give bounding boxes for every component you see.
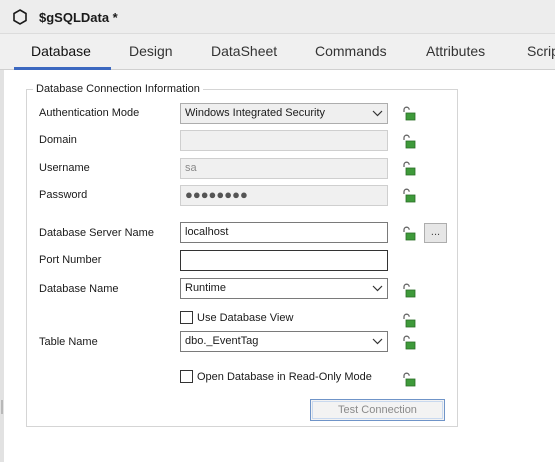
lock-open-icon[interactable] — [401, 372, 416, 387]
username-input[interactable]: sa — [180, 158, 388, 179]
read-only-mode-label: Open Database in Read-Only Mode — [197, 370, 372, 383]
test-connection-button[interactable]: Test Connection — [310, 399, 445, 421]
domain-input[interactable] — [180, 130, 388, 151]
chevron-down-icon — [372, 338, 383, 345]
password-label: Password — [39, 189, 88, 201]
password-mask: ●●●●●●●● — [185, 187, 248, 202]
table-name-select[interactable]: dbo._EventTag — [180, 331, 388, 352]
title-bar: $gSQLData * — [0, 0, 555, 34]
hexagon-icon — [13, 9, 27, 25]
username-label: Username — [39, 162, 90, 174]
tab-design[interactable]: Design — [129, 43, 173, 59]
tab-datasheet[interactable]: DataSheet — [211, 43, 277, 59]
server-name-label: Database Server Name — [39, 227, 154, 239]
use-database-view-label: Use Database View — [197, 311, 294, 324]
auth-mode-select[interactable]: Windows Integrated Security — [180, 103, 388, 124]
database-name-value: Runtime — [185, 282, 226, 294]
checkbox-box[interactable] — [180, 311, 193, 324]
checkbox-box[interactable] — [180, 370, 193, 383]
lock-open-icon[interactable] — [401, 161, 416, 176]
tab-database[interactable]: Database — [31, 43, 91, 59]
database-name-label: Database Name — [39, 283, 119, 295]
group-legend: Database Connection Information — [33, 83, 203, 95]
table-name-label: Table Name — [39, 336, 98, 348]
port-input[interactable] — [180, 250, 388, 271]
read-only-mode-checkbox[interactable]: Open Database in Read-Only Mode — [180, 370, 372, 383]
port-label: Port Number — [39, 254, 102, 266]
chevron-down-icon — [372, 110, 383, 117]
password-input[interactable]: ●●●●●●●● — [180, 185, 388, 206]
left-edge-marker — [1, 400, 3, 414]
lock-open-icon[interactable] — [401, 106, 416, 121]
tab-scripts[interactable]: Scrip — [527, 43, 555, 59]
lock-open-icon[interactable] — [401, 226, 416, 241]
use-database-view-checkbox[interactable]: Use Database View — [180, 311, 293, 324]
auth-mode-value: Windows Integrated Security — [185, 107, 326, 119]
lock-open-icon[interactable] — [401, 335, 416, 350]
domain-label: Domain — [39, 134, 77, 146]
auth-mode-label: Authentication Mode — [39, 107, 140, 119]
lock-open-icon[interactable] — [401, 283, 416, 298]
table-name-value: dbo._EventTag — [185, 335, 259, 347]
lock-open-icon[interactable] — [401, 313, 416, 328]
database-name-select[interactable]: Runtime — [180, 278, 388, 299]
tab-commands[interactable]: Commands — [315, 43, 387, 59]
server-name-input[interactable]: localhost — [180, 222, 388, 243]
tab-strip: Database Design DataSheet Commands Attri… — [0, 34, 555, 70]
tab-attributes[interactable]: Attributes — [426, 43, 485, 59]
lock-open-icon[interactable] — [401, 134, 416, 149]
browse-button[interactable]: ... — [424, 223, 447, 243]
window-title: $gSQLData * — [39, 10, 118, 25]
lock-open-icon[interactable] — [401, 188, 416, 203]
chevron-down-icon — [372, 285, 383, 292]
